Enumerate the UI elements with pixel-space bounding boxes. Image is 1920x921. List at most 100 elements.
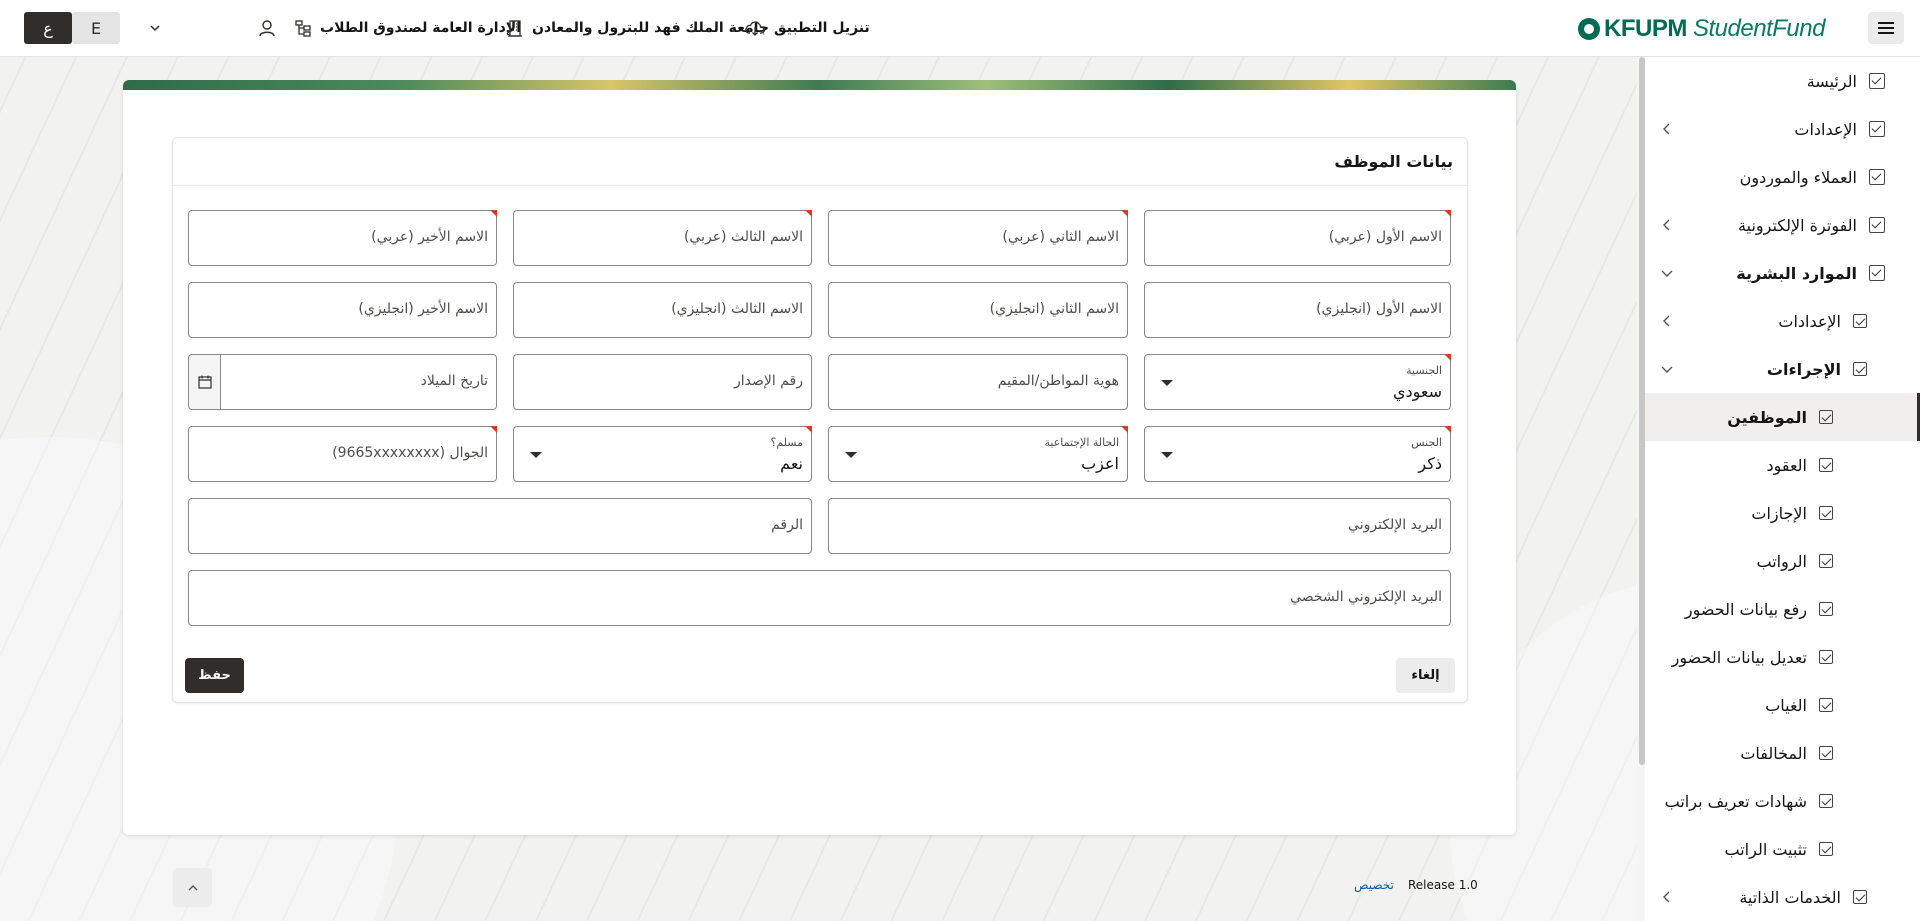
checkbox-icon [1819,842,1833,856]
checkbox-icon [1853,890,1867,904]
personal-email-field[interactable]: البريد الإلكتروني الشخصي [188,570,1451,626]
sidebar-item-einvoicing[interactable]: الفوترة الإلكترونية [1645,201,1920,249]
sidebar-item-hr-settings[interactable]: الإعدادات [1645,297,1920,345]
field-placeholder: رقم الإصدار [734,373,803,389]
checkbox-icon [1819,698,1833,712]
number-field[interactable]: الرقم [188,498,812,554]
sidebar-item-label: العملاء والموردون [1739,167,1857,187]
sidebar-item-absence[interactable]: الغياب [1645,681,1920,729]
cloud-download-icon [745,21,765,36]
national-id-field[interactable]: هوية المواطن/المقيم [828,354,1128,410]
sidebar-item-salaries[interactable]: الرواتب [1645,537,1920,585]
birth-date-field[interactable]: تاريخ الميلاد [220,354,497,410]
sidebar-item-home[interactable]: الرئيسة [1645,57,1920,105]
third-name-ar-field[interactable]: الاسم الثالث (عربي) [513,210,812,266]
required-marker [1121,210,1128,217]
sidebar-item-fix-salary[interactable]: تثبيت الراتب [1645,825,1920,873]
org-chart-icon [295,20,311,37]
marital-status-select[interactable]: الحالة الإجتماعية اعزب [828,426,1128,482]
sidebar-item-label: شهادات تعريف براتب [1664,791,1807,811]
sidebar-item-label: تثبيت الراتب [1724,839,1808,859]
second-name-en-field[interactable]: الاسم الثاني (انجليزي) [828,282,1128,338]
sidebar-item-edit-attendance[interactable]: تعديل بيانات الحضور [1645,633,1920,681]
dropdown-arrow-icon [530,452,542,458]
sidebar-item-label: الإجازات [1751,503,1807,523]
sidebar-item-hr[interactable]: الموارد البشرية [1645,249,1920,297]
required-marker [1444,354,1451,361]
sidebar-item-label: الإعدادات [1794,119,1857,139]
checkbox-icon [1869,217,1885,233]
chevron-down-icon [1661,270,1673,277]
dropdown-arrow-icon [845,452,857,458]
field-placeholder: الجوال (9665xxxxxxxx) [332,445,488,461]
checkbox-icon [1819,794,1833,808]
third-name-en-field[interactable]: الاسم الثالث (انجليزي) [513,282,812,338]
calendar-button[interactable] [188,354,220,410]
field-placeholder: الاسم الأخير (عربي) [371,229,488,245]
lang-arabic-button[interactable]: ع [24,12,72,44]
sidebar-item-upload-attendance[interactable]: رفع بيانات الحضور [1645,585,1920,633]
required-marker [805,210,812,217]
first-name-en-field[interactable]: الاسم الأول (انجليزي) [1144,282,1451,338]
sidebar-item-violations[interactable]: المخالفات [1645,729,1920,777]
customize-link[interactable]: تخصيص [1354,878,1394,892]
download-app-link[interactable]: تنزيل التطبيق [744,16,870,40]
required-marker [490,210,497,217]
sidebar-nav: الرئيسة الإعدادات العملاء والموردون الفو… [1645,57,1920,921]
email-field[interactable]: البريد الإلكتروني [828,498,1451,554]
chevron-left-icon [1663,123,1670,135]
sidebar-item-label: الفوترة الإلكترونية [1738,215,1857,235]
kfupm-studentfund-logo[interactable]: KFUPM StudentFund [1578,12,1825,46]
second-name-ar-field[interactable]: الاسم الثاني (عربي) [828,210,1128,266]
sidebar-item-procedures[interactable]: الإجراءات [1645,345,1920,393]
scroll-top-button[interactable] [173,868,212,907]
required-marker [1444,426,1451,433]
first-name-ar-field[interactable]: الاسم الأول (عربي) [1144,210,1451,266]
lang-english-button[interactable]: E [72,12,120,44]
logo-mark-icon [1578,18,1600,40]
required-marker [1444,210,1451,217]
user-dept-menu[interactable] [258,16,276,40]
sidebar-item-customers[interactable]: العملاء والموردون [1645,153,1920,201]
sidebar-item-employees[interactable]: الموظفين [1645,393,1920,441]
department-label: الإدارة العامة لصندوق الطلاب [320,20,521,36]
field-value: ذكر [1418,454,1442,473]
save-button[interactable]: حفظ [185,658,244,693]
chevron-up-icon [188,884,197,890]
sidebar-item-contracts[interactable]: العقود [1645,441,1920,489]
last-name-ar-field[interactable]: الاسم الأخير (عربي) [188,210,497,266]
mobile-field[interactable]: الجوال (9665xxxxxxxx) [188,426,497,482]
muslim-select[interactable]: مسلم؟ نعم [513,426,812,482]
sidebar-item-self-services[interactable]: الخدمات الذاتية [1645,873,1920,921]
gender-select[interactable]: الجنس ذكر [1144,426,1451,482]
hamburger-menu-button[interactable] [1868,12,1904,44]
logo-text: KFUPM StudentFund [1604,15,1825,42]
nationality-select[interactable]: الجنسية سعودي [1144,354,1451,410]
cancel-button[interactable]: إلغاء [1396,658,1455,693]
sidebar-item-leaves[interactable]: الإجازات [1645,489,1920,537]
field-placeholder: الاسم الثالث (انجليزي) [671,301,803,317]
field-placeholder: الاسم الثاني (انجليزي) [989,301,1119,317]
sidebar-item-salary-certificates[interactable]: شهادات تعريف براتب [1645,777,1920,825]
release-label: Release 1.0 [1408,878,1478,892]
checkbox-icon [1869,121,1885,137]
dropdown-arrow-icon [1161,452,1173,458]
field-placeholder: الاسم الأخير (انجليزي) [358,301,488,317]
chevron-down-icon[interactable] [145,18,165,38]
user-icon [259,20,275,37]
university-item[interactable]: جامعة الملك فهد للبترول والمعادن [506,16,769,40]
checkbox-icon [1869,73,1885,89]
issue-number-field[interactable]: رقم الإصدار [513,354,812,410]
sidebar-item-label: الموظفين [1727,407,1807,427]
calendar-icon [197,375,212,389]
sidebar-item-settings[interactable]: الإعدادات [1645,105,1920,153]
checkbox-icon [1853,362,1867,376]
university-label: جامعة الملك فهد للبترول والمعادن [532,20,769,36]
department-item[interactable]: الإدارة العامة لصندوق الطلاب [294,16,521,40]
required-marker [490,426,497,433]
checkbox-icon [1819,554,1833,568]
checkbox-icon [1853,314,1867,328]
required-marker [805,426,812,433]
checkbox-icon [1869,265,1885,281]
last-name-en-field[interactable]: الاسم الأخير (انجليزي) [188,282,497,338]
